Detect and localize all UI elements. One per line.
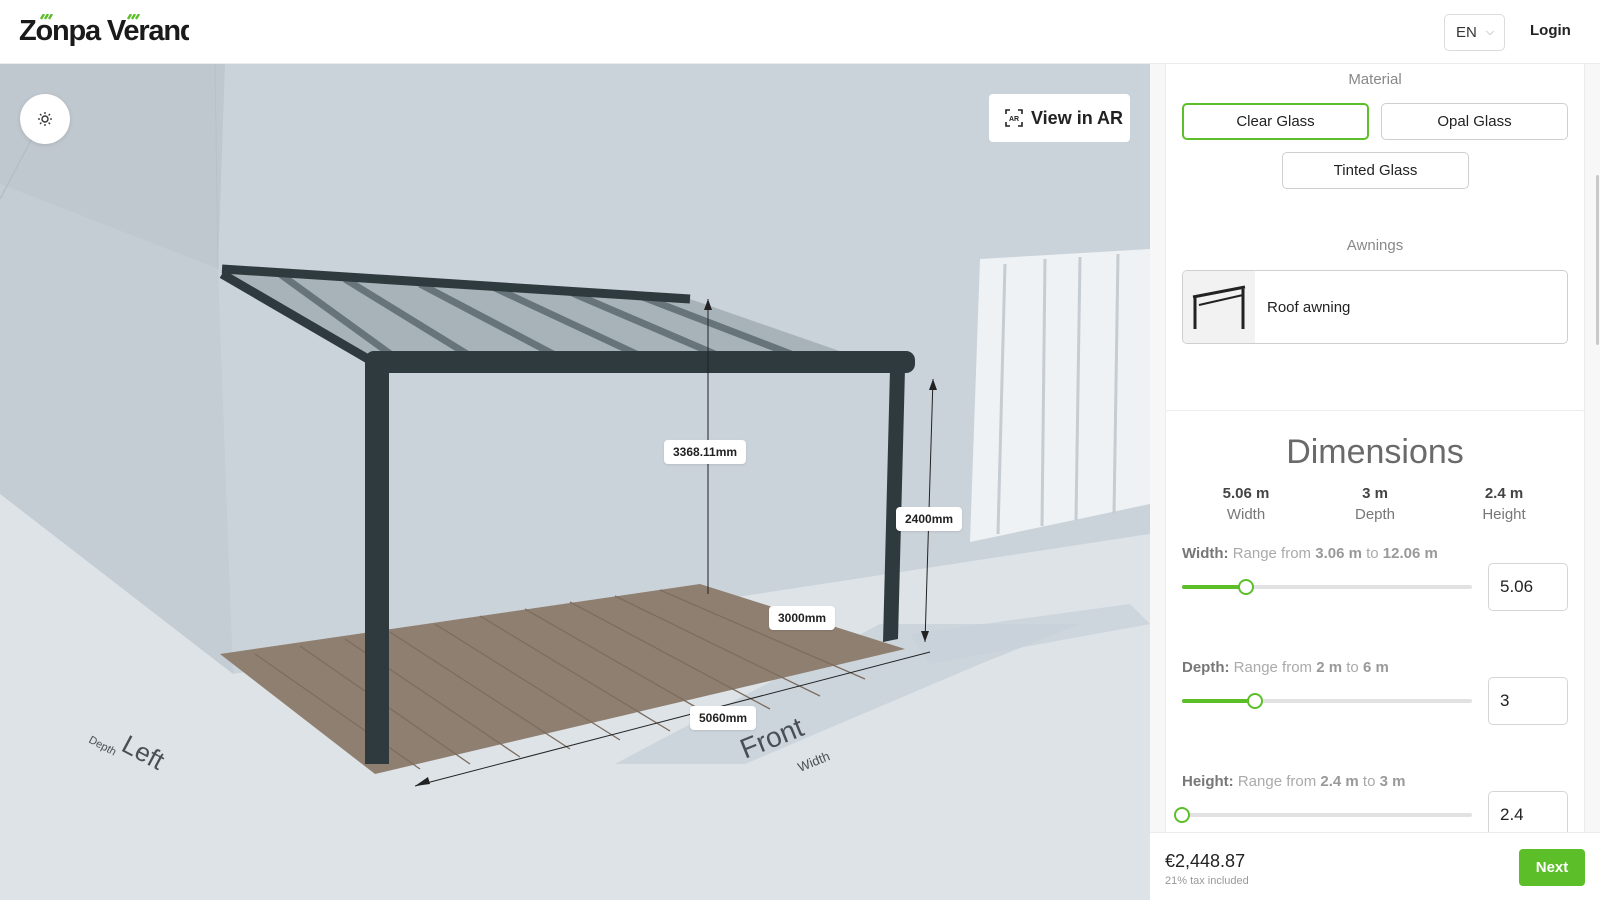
roof-awning-label: Roof awning	[1267, 298, 1351, 316]
depth-range-label: Depth: Range from 2 m to 6 m	[1182, 659, 1389, 676]
depth-slider-handle[interactable]	[1246, 693, 1263, 709]
chevron-down-icon: ⌵	[1485, 26, 1495, 38]
width-slider-fill	[1182, 585, 1247, 589]
width-key: Width:	[1182, 545, 1229, 562]
roof-awning-option[interactable]: Roof awning	[1182, 270, 1568, 344]
svg-text:Zonpa Veranda: Zonpa Veranda	[19, 15, 189, 47]
summary-width-value: 5.06 m	[1222, 485, 1270, 502]
width-measurement: 5060mm	[690, 706, 757, 730]
clear-glass-option[interactable]: Clear Glass	[1182, 103, 1369, 140]
width-slider-handle[interactable]	[1238, 579, 1255, 595]
summary-height-value: 2.4 m	[1484, 485, 1524, 502]
material-card: Material Clear Glass Opal Glass Tinted G…	[1165, 64, 1585, 442]
post-height-measurement: 2400mm	[896, 507, 963, 531]
width-min: 3.06 m	[1315, 545, 1362, 562]
roof-awning-thumbnail	[1183, 271, 1255, 343]
opal-glass-option[interactable]: Opal Glass	[1381, 103, 1568, 140]
brand-logo[interactable]: Zonpa Veranda	[19, 14, 189, 48]
summary-width-caption: Width	[1226, 506, 1266, 523]
height-key: Height:	[1182, 773, 1234, 790]
dimensions-card: Dimensions 5.06 m Width 3 m Depth 2.4 m …	[1165, 410, 1585, 832]
total-price: €2,448.87	[1165, 851, 1246, 871]
width-prefix: Range from	[1232, 545, 1312, 562]
summary-height: 2.4 m Height	[1444, 485, 1564, 523]
height-slider[interactable]	[1174, 807, 1472, 823]
width-max: 12.06 m	[1382, 545, 1438, 562]
width-input[interactable]: 5.06	[1488, 563, 1568, 611]
dimensions-title: Dimensions	[1286, 433, 1464, 471]
sun-icon	[38, 112, 52, 126]
logo-mark: Zonpa Veranda	[19, 14, 189, 47]
depth-max: 6 m	[1362, 659, 1389, 676]
width-slider[interactable]	[1182, 579, 1472, 595]
depth-prefix: Range from	[1233, 659, 1313, 676]
awning-icon	[1192, 285, 1246, 329]
height-prefix: Range from	[1237, 773, 1317, 790]
depth-slider[interactable]	[1182, 693, 1472, 709]
configurator-3d-view[interactable]: Left Depth Front Width AR View in AR 336…	[0, 64, 1150, 900]
view-in-ar-button[interactable]: AR View in AR	[989, 94, 1130, 142]
width-range-label: Width: Range from 3.06 m to 12.06 m	[1182, 545, 1438, 562]
roof-height-measurement: 3368.11mm	[664, 440, 747, 464]
height-input[interactable]: 2.4	[1488, 791, 1568, 832]
depth-key: Depth:	[1182, 659, 1230, 676]
summary-depth: 3 m Depth	[1315, 485, 1435, 523]
material-title: Material	[1348, 71, 1402, 88]
price-footer: €2,448.87 21% tax included Next	[1150, 832, 1600, 900]
summary-depth-value: 3 m	[1362, 485, 1388, 502]
lighting-toggle-button[interactable]	[20, 94, 70, 144]
summary-depth-caption: Depth	[1354, 506, 1396, 523]
width-to: to	[1366, 545, 1379, 562]
top-header: Zonpa Veranda EN ⌵ Login	[0, 0, 1600, 64]
summary-height-caption: Height	[1482, 506, 1526, 523]
ar-icon: AR	[1005, 109, 1023, 127]
language-selector[interactable]: EN ⌵	[1444, 14, 1505, 51]
tinted-glass-option[interactable]: Tinted Glass	[1282, 152, 1469, 189]
depth-slider-fill	[1182, 699, 1255, 703]
height-slider-handle[interactable]	[1174, 807, 1190, 823]
veranda-scene: Left Depth Front Width	[0, 64, 1150, 900]
depth-measurement: 3000mm	[769, 606, 836, 630]
height-min: 2.4 m	[1320, 773, 1359, 790]
panel-scrollbar[interactable]	[1596, 175, 1599, 345]
tax-note: 21% tax included	[1165, 875, 1249, 887]
summary-width: 5.06 m Width	[1186, 485, 1306, 523]
depth-to: to	[1346, 659, 1359, 676]
depth-input[interactable]: 3	[1488, 677, 1568, 725]
view-in-ar-label: View in AR	[1031, 107, 1124, 128]
language-value: EN	[1456, 24, 1477, 41]
svg-text:AR: AR	[1009, 116, 1019, 123]
depth-min: 2 m	[1316, 659, 1343, 676]
height-max: 3 m	[1379, 773, 1406, 790]
next-button[interactable]: Next	[1519, 849, 1585, 886]
login-link[interactable]: Login	[1530, 22, 1571, 39]
height-to: to	[1362, 773, 1376, 790]
awnings-title: Awnings	[1346, 237, 1404, 254]
height-range-label: Height: Range from 2.4 m to 3 m	[1182, 773, 1405, 790]
configuration-panel[interactable]: Material Clear Glass Opal Glass Tinted G…	[1150, 64, 1600, 832]
